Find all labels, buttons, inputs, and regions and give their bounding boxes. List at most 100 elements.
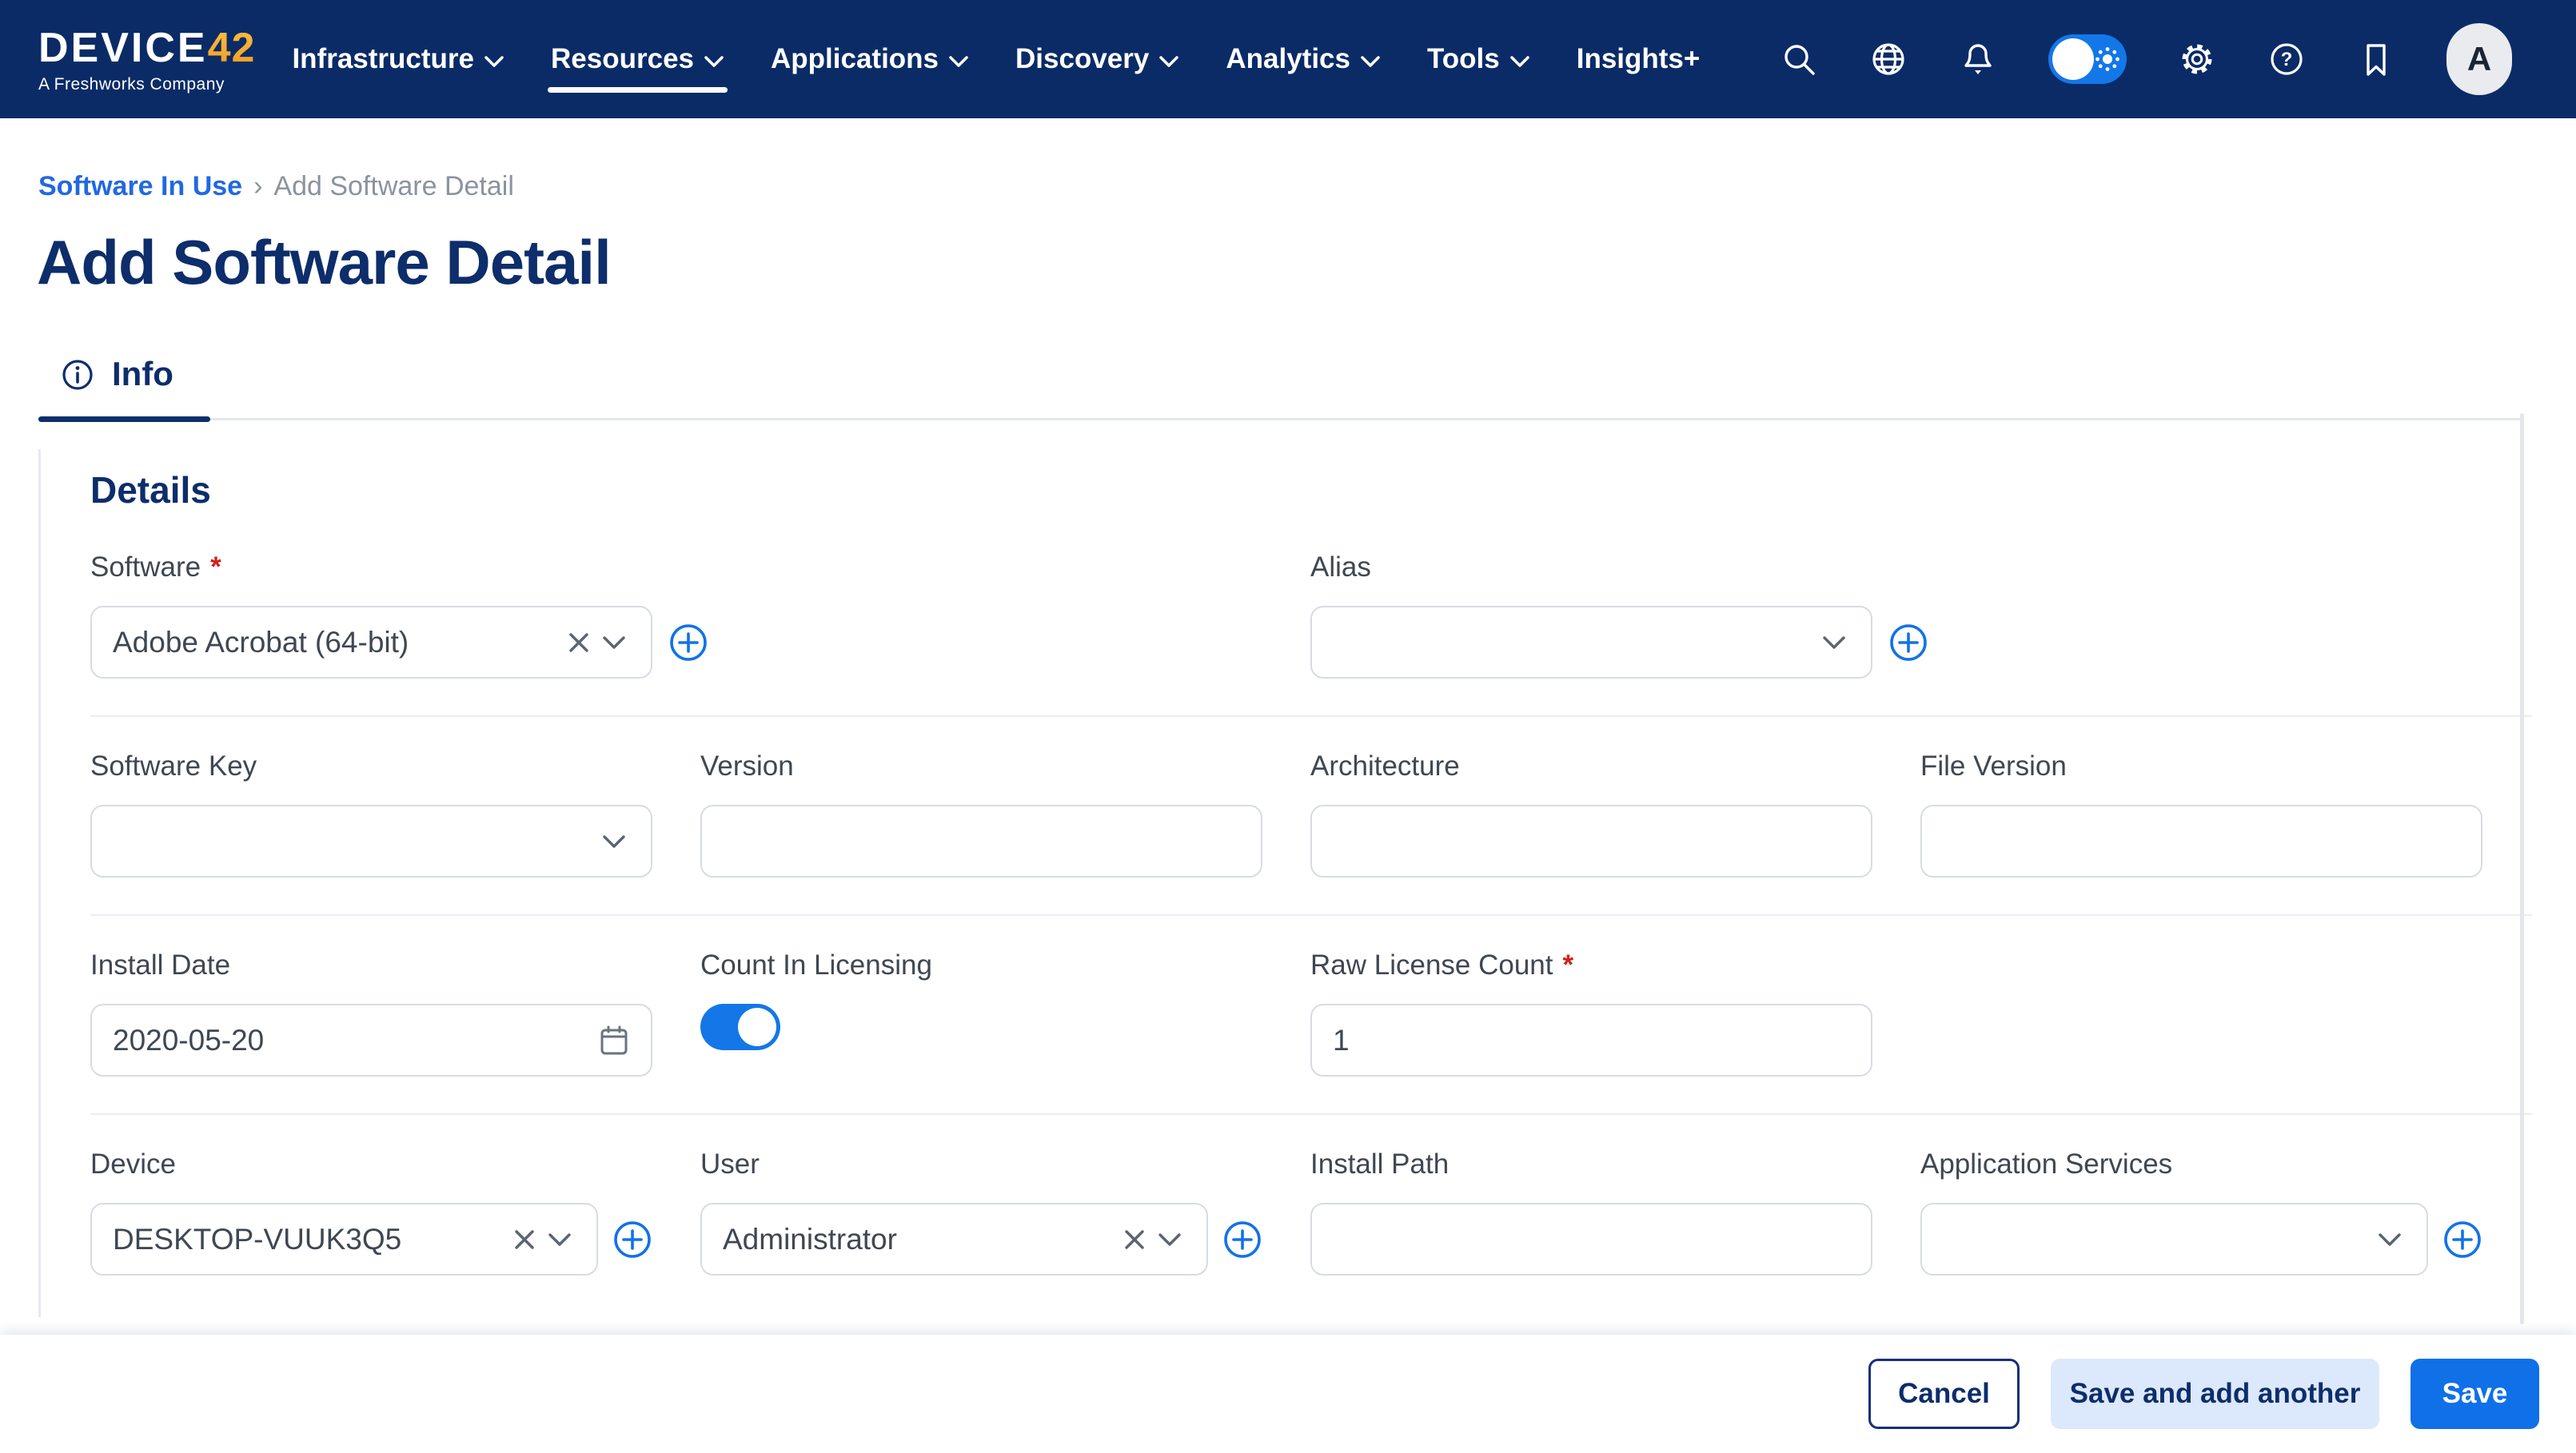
alias-select[interactable] bbox=[1310, 606, 1872, 679]
user-select[interactable]: Administrator bbox=[700, 1203, 1208, 1276]
version-input[interactable] bbox=[700, 805, 1262, 878]
brand-name: DEVICE bbox=[38, 25, 208, 71]
tab-baseline bbox=[38, 418, 2523, 420]
chevron-down-icon[interactable] bbox=[1816, 625, 1852, 660]
menu-discovery[interactable]: Discovery bbox=[1015, 0, 1179, 118]
add-application-service-button[interactable] bbox=[2442, 1220, 2482, 1260]
breadcrumb-current: Add Software Detail bbox=[273, 171, 514, 201]
field-install-date: Install Date 2020-05-20 bbox=[90, 949, 652, 1077]
menu-insights-plus[interactable]: Insights+ bbox=[1577, 0, 1701, 118]
form-row-2: Software Key Version Architecture File V… bbox=[90, 717, 2532, 916]
application-services-select[interactable] bbox=[1920, 1203, 2428, 1276]
menu-applications[interactable]: Applications bbox=[771, 0, 969, 118]
tab-info[interactable]: Info bbox=[38, 355, 210, 422]
notifications-bell-icon[interactable] bbox=[1959, 40, 1997, 78]
add-alias-button[interactable] bbox=[1888, 623, 1928, 663]
chevron-down-icon[interactable] bbox=[542, 1222, 577, 1257]
save-and-add-another-button[interactable]: Save and add another bbox=[2051, 1359, 2379, 1429]
toggle-knob bbox=[738, 1008, 776, 1046]
field-label: File Version bbox=[1920, 750, 2067, 782]
menu-infrastructure[interactable]: Infrastructure bbox=[292, 0, 504, 118]
field-label: Software Key bbox=[90, 750, 257, 782]
clear-icon[interactable] bbox=[1117, 1222, 1152, 1257]
add-device-button[interactable] bbox=[612, 1220, 652, 1260]
menu-label: Resources bbox=[551, 43, 694, 74]
device-value: DESKTOP-VUUK3Q5 bbox=[113, 1222, 402, 1256]
add-user-button[interactable] bbox=[1222, 1220, 1262, 1260]
chevron-down-icon[interactable] bbox=[596, 625, 632, 660]
main-menu: Infrastructure Resources Applications Di… bbox=[292, 0, 1700, 118]
tab-bar: Info bbox=[0, 355, 2576, 422]
required-marker: * bbox=[210, 551, 221, 583]
field-label: Raw License Count * bbox=[1310, 949, 1574, 981]
help-icon[interactable]: ? bbox=[2267, 40, 2306, 78]
count-in-licensing-toggle[interactable] bbox=[700, 1004, 780, 1050]
breadcrumb-parent-link[interactable]: Software In Use bbox=[38, 171, 242, 202]
cancel-button[interactable]: Cancel bbox=[1868, 1359, 2020, 1429]
theme-toggle[interactable] bbox=[2048, 34, 2127, 84]
field-label: Install Path bbox=[1310, 1148, 1449, 1180]
bookmark-icon[interactable] bbox=[2357, 40, 2395, 78]
scrollbar[interactable] bbox=[2520, 413, 2524, 1324]
tab-label: Info bbox=[112, 355, 173, 392]
brand-logo[interactable]: DEVICE 42 A Freshworks Company bbox=[38, 24, 255, 94]
details-section: Details Software * Adobe Acrobat (64-bit) bbox=[38, 449, 2532, 1317]
chevron-down-icon bbox=[1509, 55, 1530, 68]
menu-label: Discovery bbox=[1015, 43, 1150, 74]
globe-icon[interactable] bbox=[1869, 40, 1908, 78]
settings-gear-icon[interactable] bbox=[2178, 40, 2216, 78]
field-install-path: Install Path bbox=[1310, 1148, 1872, 1276]
install-date-picker[interactable]: 2020-05-20 bbox=[90, 1004, 652, 1077]
field-label: Version bbox=[700, 750, 794, 782]
avatar-initial: A bbox=[2466, 40, 2492, 78]
field-file-version: File Version bbox=[1920, 750, 2482, 878]
field-label: Install Date bbox=[90, 949, 231, 981]
field-label: User bbox=[700, 1148, 760, 1180]
field-architecture: Architecture bbox=[1310, 750, 1872, 878]
theme-toggle-knob bbox=[2052, 38, 2094, 80]
clear-icon[interactable] bbox=[561, 625, 596, 660]
search-icon[interactable] bbox=[1780, 40, 1818, 78]
add-software-button[interactable] bbox=[668, 623, 708, 663]
device-select[interactable]: DESKTOP-VUUK3Q5 bbox=[90, 1203, 598, 1276]
menu-label: Tools bbox=[1426, 43, 1500, 74]
software-key-select[interactable] bbox=[90, 805, 652, 878]
form-row-3: Install Date 2020-05-20 Count In Licensi… bbox=[90, 916, 2532, 1115]
install-path-input[interactable] bbox=[1310, 1203, 1872, 1276]
chevron-down-icon bbox=[948, 55, 969, 68]
field-user: User Administrator bbox=[700, 1148, 1262, 1276]
field-count-in-licensing: Count In Licensing bbox=[700, 949, 1262, 1077]
page-title: Add Software Detail bbox=[37, 227, 612, 297]
clear-icon[interactable] bbox=[507, 1222, 542, 1257]
menu-label: Infrastructure bbox=[292, 43, 475, 74]
user-value: Administrator bbox=[723, 1222, 897, 1256]
chevron-down-icon bbox=[1360, 55, 1381, 68]
field-software-key: Software Key bbox=[90, 750, 652, 878]
info-icon bbox=[59, 356, 96, 393]
field-label: Count In Licensing bbox=[700, 949, 932, 981]
field-label: Device bbox=[90, 1148, 176, 1180]
menu-label: Insights+ bbox=[1576, 43, 1701, 74]
chevron-down-icon[interactable] bbox=[1152, 1222, 1187, 1257]
breadcrumb-separator: › bbox=[253, 171, 263, 201]
file-version-input[interactable] bbox=[1920, 805, 2482, 878]
raw-license-count-input[interactable] bbox=[1310, 1004, 1872, 1077]
details-heading: Details bbox=[90, 469, 211, 511]
save-button[interactable]: Save bbox=[2411, 1359, 2539, 1429]
architecture-input[interactable] bbox=[1310, 805, 1872, 878]
user-avatar[interactable]: A bbox=[2446, 23, 2512, 95]
nav-actions: ? A bbox=[1780, 23, 2512, 95]
software-select[interactable]: Adobe Acrobat (64-bit) bbox=[90, 606, 652, 679]
menu-analytics[interactable]: Analytics bbox=[1226, 0, 1381, 118]
breadcrumb: Software In Use › Add Software Detail bbox=[38, 171, 2576, 202]
menu-resources[interactable]: Resources bbox=[548, 0, 728, 118]
calendar-icon[interactable] bbox=[596, 1023, 632, 1058]
chevron-down-icon[interactable] bbox=[2372, 1222, 2407, 1257]
software-value: Adobe Acrobat (64-bit) bbox=[113, 625, 409, 659]
chevron-down-icon[interactable] bbox=[596, 824, 632, 859]
field-label: Alias bbox=[1310, 551, 1371, 583]
chevron-down-icon bbox=[1158, 55, 1179, 68]
menu-tools[interactable]: Tools bbox=[1427, 0, 1530, 118]
chevron-down-icon bbox=[484, 55, 504, 68]
menu-label: Applications bbox=[771, 43, 939, 74]
